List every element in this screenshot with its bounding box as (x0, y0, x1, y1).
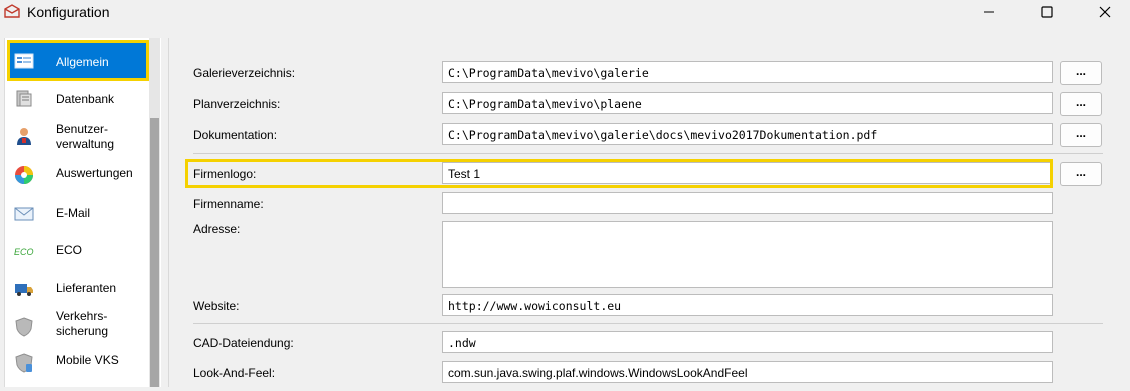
sidebar-item-label: Lieferanten (56, 281, 117, 295)
sidebar-item-label: Benutzer- verwaltung (56, 122, 115, 151)
website-label: Website: (193, 299, 240, 313)
laf-label: Look-And-Feel: (193, 366, 276, 380)
sidebar-item-allgemein[interactable]: Allgemein (5, 38, 149, 81)
sidebar: Allgemein Datenbank Benutzer- verwaltung… (4, 38, 161, 387)
sidebar-item-eco[interactable]: ECO ECO (5, 239, 149, 279)
doku-browse-button[interactable]: ... (1060, 123, 1102, 147)
adresse-label: Adresse: (193, 222, 241, 236)
plan-browse-button[interactable]: ... (1060, 92, 1102, 116)
eco-icon: ECO (14, 247, 34, 257)
general-settings-icon (14, 53, 34, 69)
shield-icon (15, 317, 33, 337)
adresse-textarea[interactable] (442, 221, 1053, 288)
title-bar: Konfiguration (0, 0, 1130, 24)
sidebar-item-benutzerverwaltung[interactable]: Benutzer- verwaltung (5, 120, 149, 160)
laf-field[interactable]: com.sun.java.swing.plaf.windows.WindowsL… (442, 361, 1053, 383)
sidebar-item-label: Auswertungen (56, 166, 133, 180)
firmenname-field[interactable] (442, 192, 1053, 214)
sidebar-item-auswertungen[interactable]: Auswertungen (5, 162, 149, 202)
sidebar-item-label: E-Mail (56, 206, 91, 220)
close-icon (1099, 6, 1111, 18)
svg-text:ECO: ECO (14, 247, 34, 257)
scrollbar-thumb[interactable] (150, 118, 159, 387)
plan-label: Planverzeichnis: (193, 97, 281, 111)
color-wheel-icon (15, 166, 33, 184)
cad-label: CAD-Dateiendung: (193, 336, 294, 350)
envelope-app-icon (4, 4, 20, 18)
minimize-button[interactable] (966, 0, 1012, 24)
close-button[interactable] (1082, 0, 1128, 24)
minimize-icon (984, 11, 994, 13)
window-title: Konfiguration (27, 4, 110, 20)
maximize-button[interactable] (1024, 0, 1070, 24)
sidebar-scrollbar[interactable] (149, 38, 160, 387)
sidebar-item-label: Verkehrs- sicherung (56, 309, 109, 338)
envelope-icon (14, 207, 34, 221)
sidebar-item-mobile-vks[interactable]: Mobile VKS (5, 351, 149, 391)
firmenname-label: Firmenname: (193, 197, 264, 211)
sidebar-item-email[interactable]: E-Mail (5, 202, 149, 242)
galerie-field[interactable]: C:\ProgramData\mevivo\galerie (442, 61, 1053, 83)
galerie-browse-button[interactable]: ... (1060, 61, 1102, 85)
truck-icon (15, 284, 33, 296)
website-field[interactable]: http://www.wowiconsult.eu (442, 294, 1053, 316)
sidebar-item-label: Allgemein (56, 55, 109, 69)
maximize-icon (1041, 6, 1053, 18)
sidebar-item-verkehrssicherung[interactable]: Verkehrs- sicherung (5, 309, 149, 349)
doku-label: Dokumentation: (193, 128, 278, 142)
firmenlogo-field[interactable]: Test 1 (442, 162, 1053, 184)
galerie-label: Galerieverzeichnis: (193, 66, 296, 80)
doku-field[interactable]: C:\ProgramData\mevivo\galerie\docs\meviv… (442, 123, 1053, 145)
firmenlogo-browse-button[interactable]: ... (1060, 162, 1102, 186)
divider (193, 323, 1103, 324)
sidebar-item-label: ECO (56, 243, 83, 257)
sidebar-item-label: Datenbank (56, 92, 115, 106)
user-icon (17, 128, 31, 145)
mobile-shield-icon (15, 353, 33, 373)
divider (193, 153, 1103, 154)
plan-field[interactable]: C:\ProgramData\mevivo\plaene (442, 92, 1053, 114)
database-icon (16, 90, 32, 107)
sidebar-item-label: Mobile VKS (56, 353, 119, 367)
firmenlogo-label: Firmenlogo: (193, 167, 257, 181)
cad-field[interactable]: .ndw (442, 331, 1053, 353)
